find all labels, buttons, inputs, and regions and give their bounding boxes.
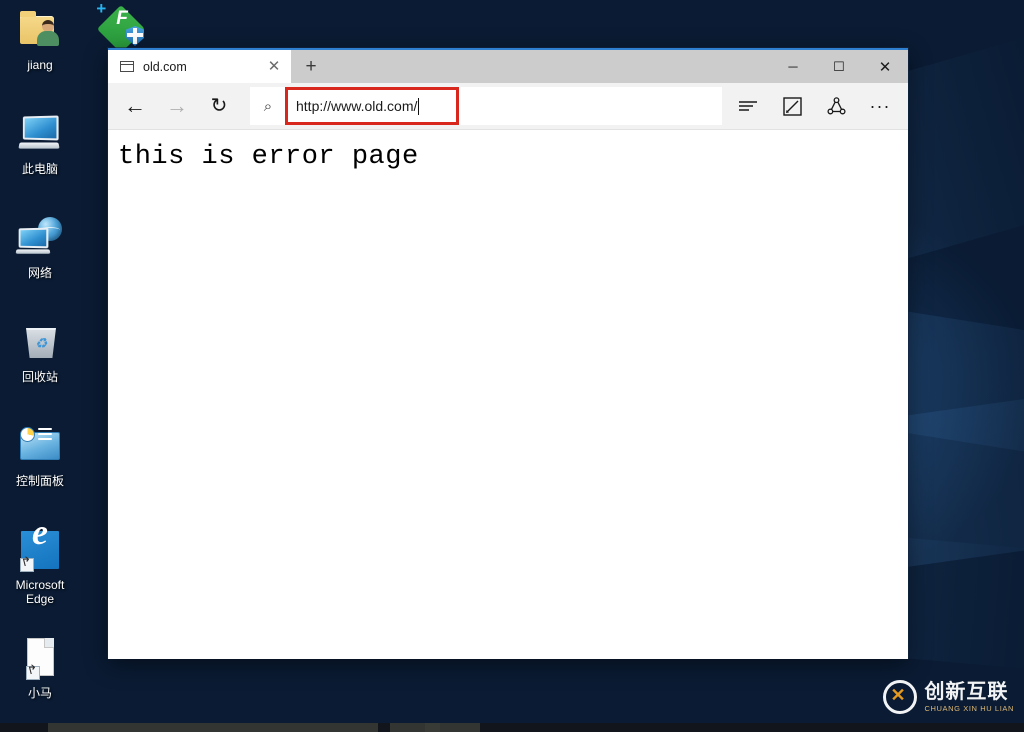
new-tab-button[interactable]: + — [291, 50, 331, 83]
desktop-icon-label: 小马 — [27, 686, 52, 700]
web-note-icon[interactable] — [770, 86, 814, 126]
edge-browser-window[interactable]: old.com ✕ + ─ ☐ ✕ ← → ↻ ⌕ http://www.old… — [108, 48, 908, 659]
more-options-icon[interactable]: ··· — [858, 86, 902, 126]
desktop-icon-microsoft-edge[interactable]: e Microsoft Edge — [4, 514, 76, 606]
plus-badge-icon: + — [96, 0, 106, 18]
watermark-text: 创新互联 CHUANG XIN HU LIAN — [924, 682, 1014, 713]
window-controls[interactable]: ─ ☐ ✕ — [770, 50, 908, 83]
watermark: 创新互联 CHUANG XIN HU LIAN — [883, 680, 1014, 714]
browser-toolbar[interactable]: ← → ↻ ⌕ http://www.old.com/ ··· — [108, 83, 908, 130]
edge-icon: e — [16, 514, 64, 574]
desktop-icon-label: Microsoft Edge — [15, 578, 65, 606]
desktop[interactable]: jiang F + fi 此电脑 网络 ♻ 回收站 — [0, 0, 1024, 732]
reload-button[interactable]: ↻ — [198, 86, 240, 126]
desktop-icon-label: 控制面板 — [15, 474, 64, 488]
page-content: this is error page — [108, 130, 908, 659]
forward-button[interactable]: → — [156, 86, 198, 126]
desktop-icon-network[interactable]: 网络 — [4, 214, 76, 280]
hub-icon[interactable] — [726, 86, 770, 126]
close-button[interactable]: ✕ — [862, 50, 908, 83]
desktop-icon-recycle-bin[interactable]: ♻ 回收站 — [4, 318, 76, 384]
monitor-icon — [16, 110, 64, 158]
recycle-symbol: ♻ — [34, 335, 48, 351]
desktop-icon-label: 回收站 — [21, 370, 58, 384]
desktop-icon-label: 网络 — [27, 266, 52, 280]
url-text: http://www.old.com/ — [296, 98, 418, 114]
share-nodes-icon — [826, 96, 846, 114]
back-button[interactable]: ← — [114, 86, 156, 126]
share-icon[interactable] — [814, 86, 858, 126]
url-input[interactable]: http://www.old.com/ — [285, 87, 459, 125]
shortcut-badge-icon — [20, 558, 34, 572]
cx-circle-logo-icon — [883, 680, 918, 714]
pencil-square-icon — [782, 96, 802, 116]
tab-title: old.com — [143, 59, 187, 74]
document-icon — [16, 634, 64, 682]
desktop-icon-jiang[interactable]: jiang — [4, 6, 76, 72]
address-bar-filler[interactable] — [459, 87, 721, 125]
desktop-icon-control-panel[interactable]: 控制面板 — [4, 422, 76, 488]
window-frame-icon — [120, 61, 134, 72]
taskbar[interactable] — [0, 723, 1024, 732]
firewall-icon: F + — [96, 0, 146, 54]
title-bar[interactable]: old.com ✕ + ─ ☐ ✕ — [108, 50, 908, 83]
user-folder-icon — [16, 6, 64, 54]
tab-close-icon[interactable]: ✕ — [263, 59, 285, 74]
shortcut-badge-icon — [26, 666, 40, 680]
page-body-text: this is error page — [118, 142, 419, 172]
text-caret — [418, 97, 420, 115]
desktop-icon-label: 此电脑 — [21, 162, 58, 176]
desktop-icon-this-pc[interactable]: 此电脑 — [4, 110, 76, 176]
browser-tab-old-com[interactable]: old.com ✕ — [108, 50, 291, 83]
minimize-button[interactable]: ─ — [770, 50, 816, 83]
hub-lines-icon — [739, 101, 757, 111]
recycle-bin-icon: ♻ — [16, 318, 64, 366]
desktop-icon-label: jiang — [27, 58, 53, 72]
network-globe-icon — [15, 214, 64, 262]
control-panel-icon — [16, 422, 64, 470]
taskbar-button[interactable] — [425, 723, 480, 732]
search-icon: ⌕ — [263, 97, 273, 115]
maximize-button[interactable]: ☐ — [816, 50, 862, 83]
watermark-pinyin: CHUANG XIN HU LIAN — [924, 703, 1014, 713]
desktop-icon-xiaoma[interactable]: 小马 — [4, 634, 76, 700]
taskbar-button[interactable] — [48, 723, 378, 732]
address-bar[interactable]: ⌕ http://www.old.com/ — [250, 87, 722, 125]
watermark-chinese: 创新互联 — [924, 680, 1009, 703]
